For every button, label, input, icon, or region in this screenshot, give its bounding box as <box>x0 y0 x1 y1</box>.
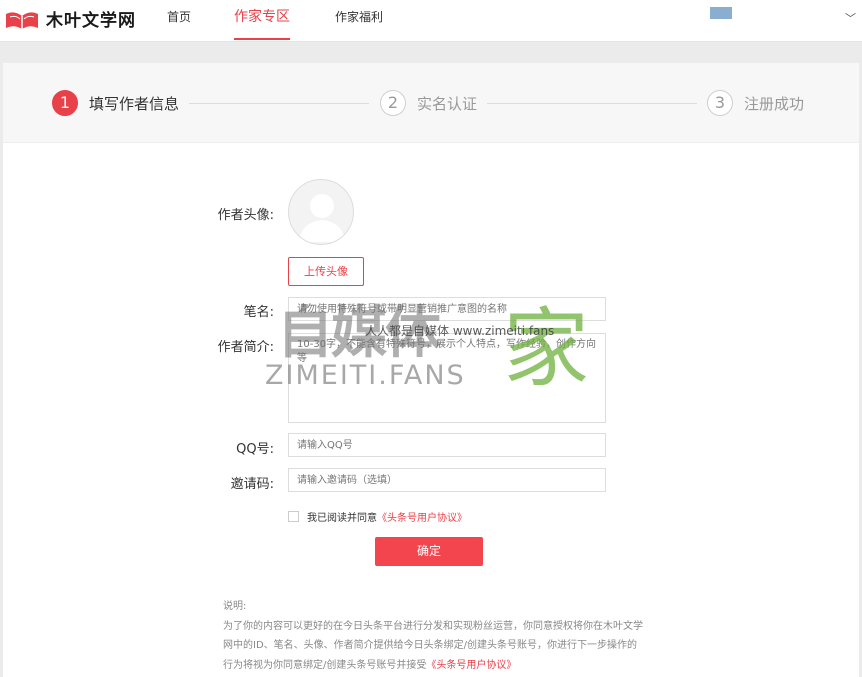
user-agreement-link[interactable]: 《头条号用户协议》 <box>377 509 467 524</box>
user-placeholder-icon <box>299 194 345 242</box>
site-logo[interactable]: 木叶文学网 <box>4 6 136 31</box>
notes-agreement-link[interactable]: 《头条号用户协议》 <box>426 660 516 671</box>
nav-author-zone[interactable]: 作家专区 <box>234 0 290 42</box>
penname-label: 笔名: <box>243 305 274 320</box>
book-logo-icon <box>6 11 38 29</box>
confirm-button[interactable]: 确定 <box>375 537 483 566</box>
registration-card: 1 填写作者信息 2 实名认证 3 注册成功 作者头像: 上传头像 笔名: 作者… <box>2 62 860 677</box>
upload-avatar-button[interactable]: 上传头像 <box>288 257 364 286</box>
qq-input[interactable] <box>288 433 606 457</box>
step-1-label: 填写作者信息 <box>89 95 180 113</box>
nav-author-benefits[interactable]: 作家福利 <box>335 0 383 42</box>
chevron-down-icon[interactable]: ﹀ <box>845 10 856 26</box>
notes-section: 说明: 为了你的内容可以更好的在今日头条平台进行分发和实现粉丝运营，你同意授权将… <box>223 597 643 675</box>
notes-title: 说明: <box>223 601 247 612</box>
penname-input[interactable] <box>288 297 606 321</box>
qq-label: QQ号: <box>236 442 274 457</box>
agreement-row: 我已阅读并同意 《头条号用户协议》 <box>288 509 467 524</box>
invite-code-label: 邀请码: <box>230 477 274 492</box>
nav-home[interactable]: 首页 <box>167 0 191 42</box>
logo-text: 木叶文学网 <box>46 11 136 31</box>
step-divider <box>189 103 369 104</box>
agree-text: 我已阅读并同意 <box>307 513 377 524</box>
bio-textarea[interactable] <box>288 333 606 423</box>
notes-body: 为了你的内容可以更好的在今日头条平台进行分发和实现粉丝运营，你同意授权将你在木叶… <box>223 617 643 676</box>
step-1-circle: 1 <box>52 90 78 116</box>
avatar-label: 作者头像: <box>217 208 274 223</box>
agree-checkbox[interactable] <box>288 511 299 522</box>
top-navigation-bar: 木叶文学网 首页 作家专区 作家福利 ﹀ <box>0 0 862 42</box>
step-2-label: 实名认证 <box>417 95 478 113</box>
step-3-label: 注册成功 <box>744 95 805 113</box>
avatar-preview <box>288 179 354 245</box>
step-progress: 1 填写作者信息 2 实名认证 3 注册成功 <box>3 63 859 143</box>
user-avatar-thumb[interactable] <box>710 7 732 19</box>
step-divider <box>487 103 697 104</box>
bio-label: 作者简介: <box>217 340 274 355</box>
step-3-circle: 3 <box>707 90 733 116</box>
invite-code-input[interactable] <box>288 468 606 492</box>
step-2-circle: 2 <box>380 90 406 116</box>
